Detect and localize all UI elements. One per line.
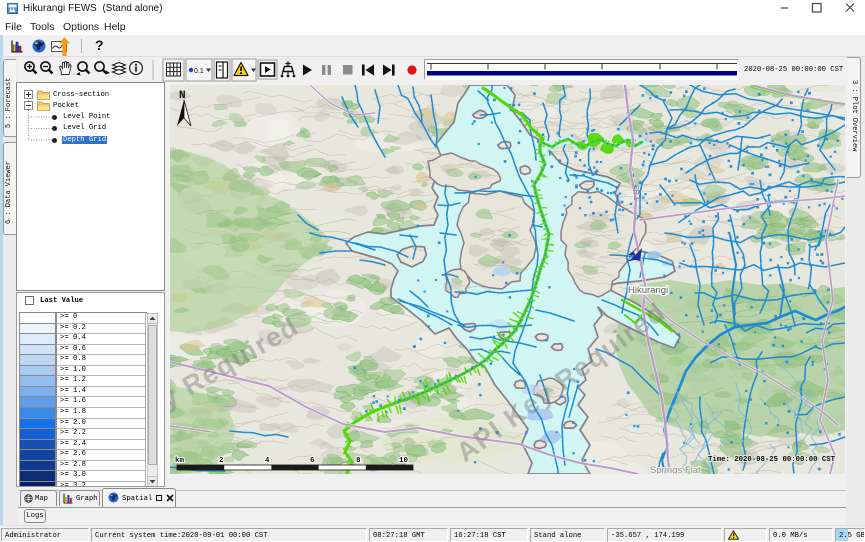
- svg-text:Springs Flat: Springs Flat: [650, 465, 701, 474]
- svg-text:N: N: [179, 90, 186, 102]
- svg-text:2: 2: [219, 457, 224, 465]
- svg-text:Time: 2020-08-25 00:00:00 CST: Time: 2020-08-25 00:00:00 CST: [708, 456, 836, 464]
- svg-text:10: 10: [399, 457, 409, 465]
- svg-text:km: km: [175, 457, 185, 465]
- svg-text:6: 6: [310, 457, 315, 465]
- svg-text:SH 1: SH 1: [632, 185, 639, 201]
- svg-text:Hikurangi: Hikurangi: [628, 285, 668, 296]
- svg-text:4: 4: [265, 457, 270, 465]
- svg-text:8: 8: [356, 457, 361, 465]
- svg-text:0.1: 0.1: [194, 68, 204, 75]
